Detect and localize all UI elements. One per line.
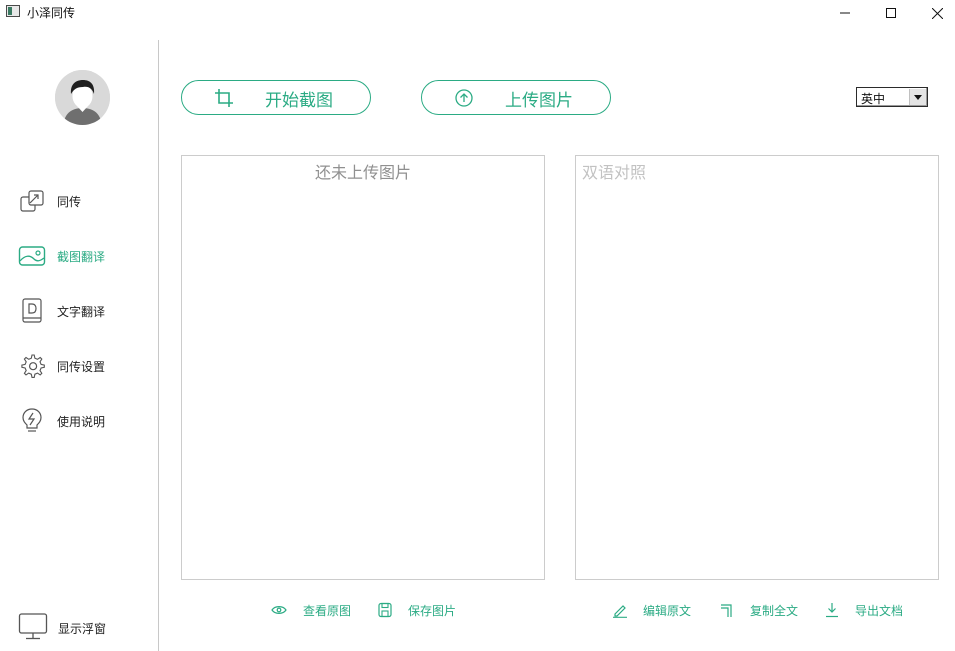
close-button[interactable]: [914, 0, 955, 26]
chevron-down-icon: [909, 89, 926, 105]
gear-icon: [18, 352, 46, 380]
show-float-window-button[interactable]: 显示浮窗: [18, 612, 138, 644]
sidebar-item-settings[interactable]: 同传设置: [18, 351, 148, 381]
bilingual-result-panel[interactable]: 双语对照: [575, 155, 939, 580]
copy-all-label: 复制全文: [750, 603, 799, 618]
view-original-button[interactable]: 查看原图: [270, 600, 351, 620]
save-image-button[interactable]: 保存图片: [376, 600, 456, 620]
export-doc-button[interactable]: 导出文档: [823, 600, 903, 620]
sidebar-item-label: 文字翻译: [57, 304, 106, 319]
sidebar-item-screenshot-translate[interactable]: 截图翻译: [18, 241, 148, 271]
pencil-icon: [611, 601, 629, 619]
swap-window-icon: [18, 187, 46, 215]
edit-source-label: 编辑原文: [643, 603, 692, 618]
sidebar-item-label: 同传: [57, 194, 82, 209]
sidebar-item-label: 同传设置: [57, 359, 106, 374]
crop-icon: [214, 89, 234, 107]
download-icon: [823, 601, 841, 619]
copy-all-button[interactable]: 复制全文: [717, 600, 798, 620]
save-icon: [376, 601, 394, 619]
sidebar-item-simultaneous[interactable]: 同传: [18, 186, 148, 216]
view-original-label: 查看原图: [303, 603, 352, 618]
upload-image-label: 上传图片: [505, 91, 573, 111]
avatar[interactable]: [55, 70, 110, 125]
image-placeholder-text: 还未上传图片: [314, 163, 411, 182]
minimize-icon: [840, 12, 850, 14]
edit-source-button[interactable]: 编辑原文: [611, 600, 691, 620]
sidebar-item-label: 截图翻译: [57, 249, 106, 264]
maximize-button[interactable]: [868, 0, 914, 26]
save-image-label: 保存图片: [408, 603, 457, 618]
upload-image-button[interactable]: 上传图片: [421, 80, 611, 115]
float-window-label: 显示浮窗: [58, 621, 107, 636]
result-placeholder-text: 双语对照: [582, 163, 647, 182]
title-bar: 小泽同传: [0, 0, 955, 26]
language-select-value: 英中: [861, 92, 886, 106]
eye-icon: [270, 601, 288, 619]
app-icon: [6, 5, 20, 17]
upload-icon: [454, 89, 474, 107]
sidebar-item-text-translate[interactable]: 文字翻译: [18, 296, 148, 326]
copy-icon: [717, 601, 735, 619]
image-preview-panel[interactable]: 还未上传图片: [181, 155, 545, 580]
start-capture-button[interactable]: 开始截图: [181, 80, 371, 115]
document-d-icon: [18, 297, 46, 325]
close-icon: [931, 7, 943, 19]
minimize-button[interactable]: [822, 0, 868, 26]
image-icon: [18, 242, 46, 270]
sidebar-item-help[interactable]: 使用说明: [18, 406, 148, 436]
language-select[interactable]: 英中: [856, 87, 928, 107]
lightbulb-icon: [18, 407, 46, 435]
maximize-icon: [886, 8, 896, 18]
start-capture-label: 开始截图: [265, 91, 333, 111]
user-avatar-icon: [55, 70, 110, 125]
sidebar-item-label: 使用说明: [57, 414, 106, 429]
window-title: 小泽同传: [27, 6, 76, 20]
export-doc-label: 导出文档: [855, 603, 904, 618]
monitor-icon: [18, 611, 48, 645]
sidebar-divider: [158, 40, 159, 651]
